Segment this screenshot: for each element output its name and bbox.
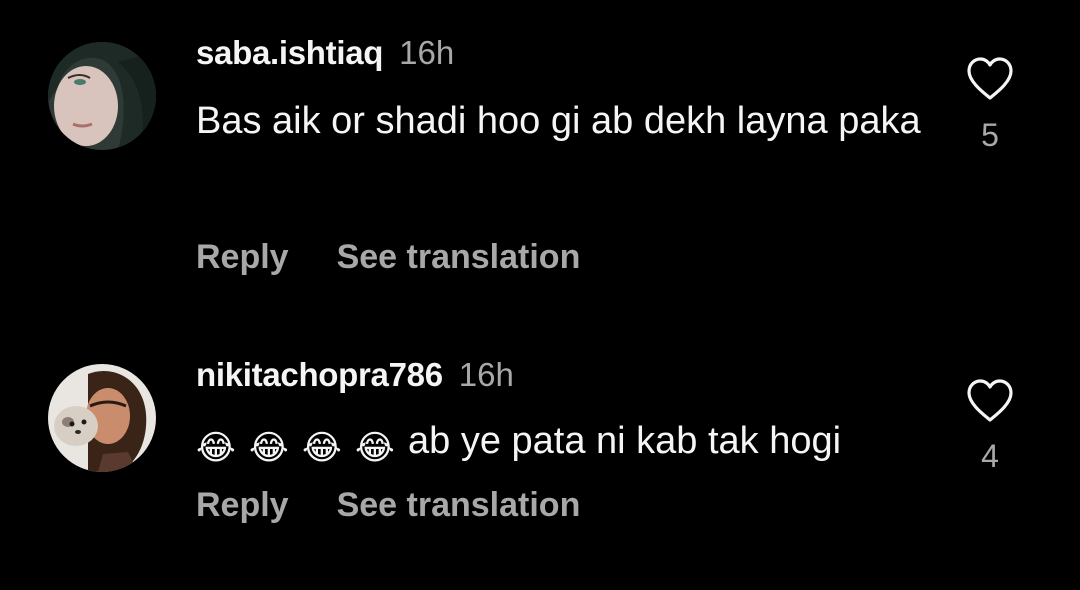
like-count: 4 [981,438,999,474]
timestamp: 16h [399,34,455,71]
username[interactable]: saba.ishtiaq [196,34,383,71]
laughing-tears-emoji: 😂 [249,429,289,467]
comment-header: nikitachopra786 16h [196,356,514,394]
comment-actions: Reply See translation [196,486,580,525]
avatar[interactable] [48,364,156,472]
username[interactable]: nikitachopra786 [196,356,443,393]
like-button[interactable] [962,378,1018,429]
laughing-tears-emoji: 😂 [196,429,236,467]
see-translation-button[interactable]: See translation [337,486,581,524]
like-button[interactable] [962,56,1018,107]
avatar[interactable] [48,42,156,150]
heart-outline-icon [967,57,1013,100]
laughing-tears-emoji: 😂 [355,429,395,467]
avatar-image [48,42,156,150]
see-translation-button[interactable]: See translation [337,238,581,276]
comment-text: 😂 😂 😂 😂 ab ye pata ni kab tak hogi [196,416,936,468]
comment-text: Bas aik or shadi hoo gi ab dekh layna pa… [196,100,921,142]
comment-actions: Reply See translation [196,238,580,277]
avatar-image [48,364,156,472]
comment-body-text: ab ye pata ni kab tak hogi [408,420,842,462]
reply-button[interactable]: Reply [196,238,289,276]
laughing-tears-emoji: 😂 [302,429,342,467]
timestamp: 16h [458,356,514,393]
comment-header: saba.ishtiaq 16h [196,34,454,72]
like-count: 5 [981,117,999,153]
reply-button[interactable]: Reply [196,486,289,524]
heart-outline-icon [967,379,1013,422]
